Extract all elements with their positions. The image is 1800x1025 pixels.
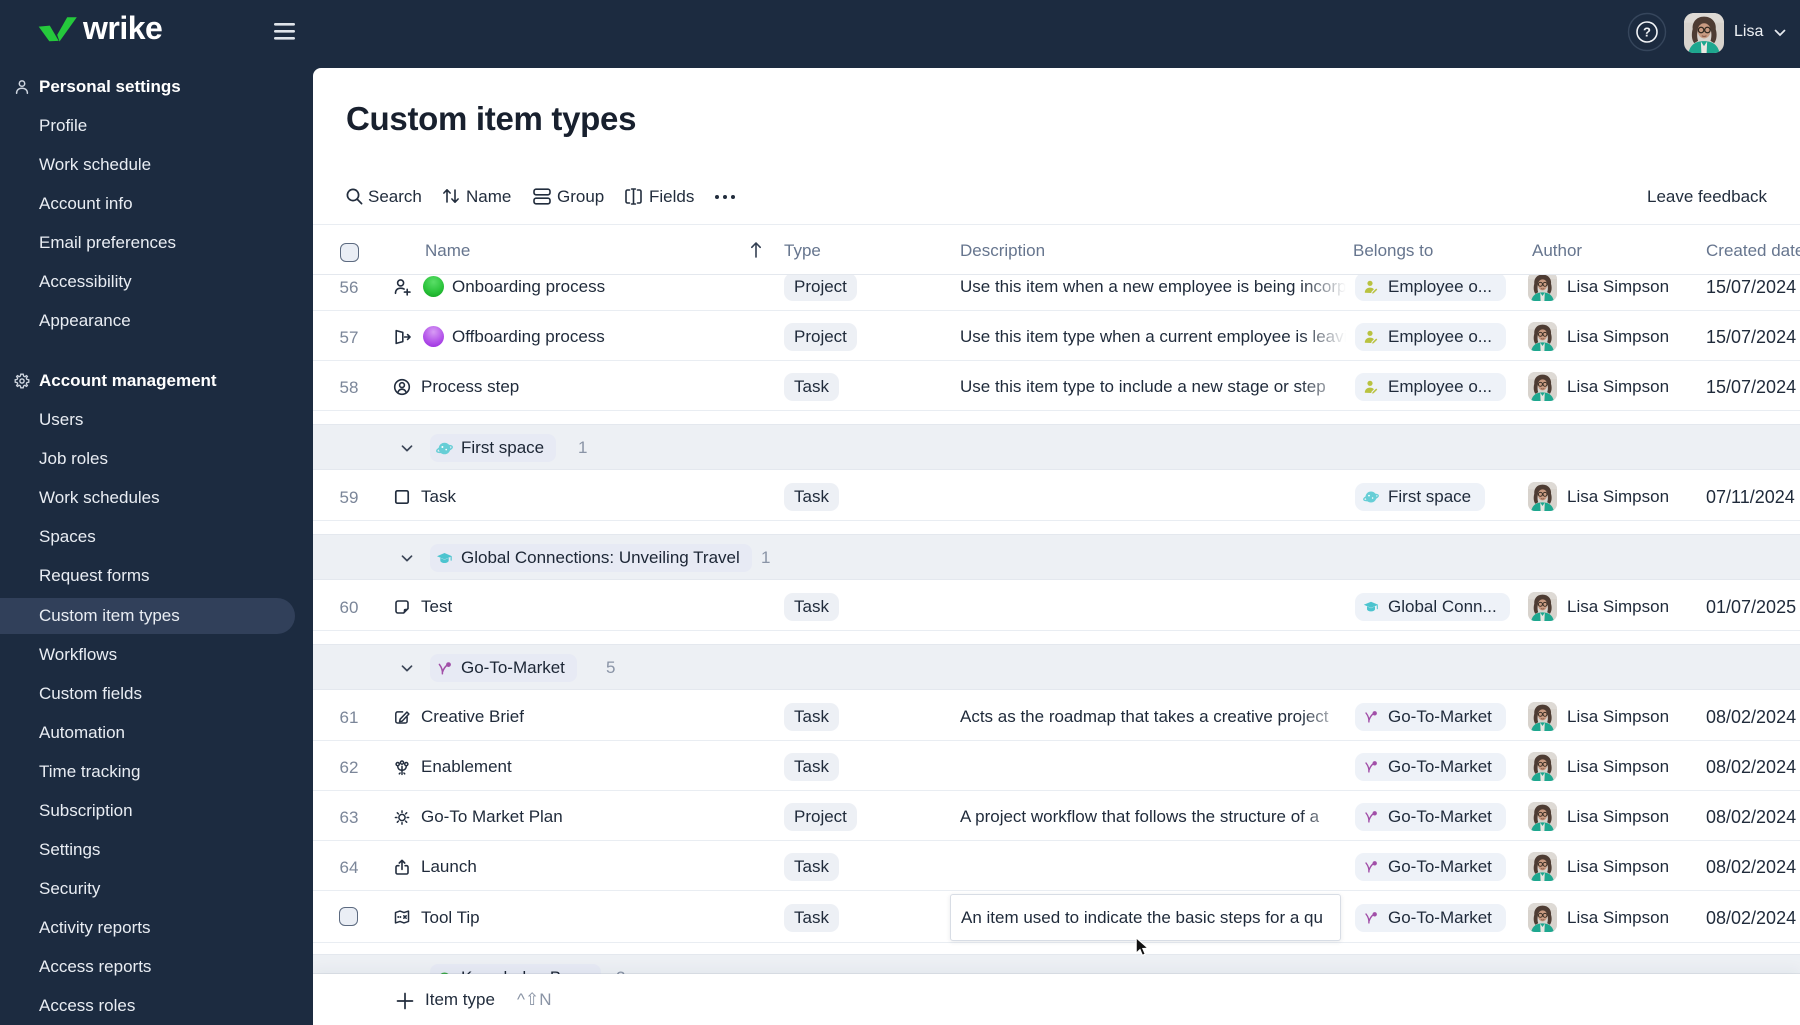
svg-text:?: ? xyxy=(1643,25,1651,40)
